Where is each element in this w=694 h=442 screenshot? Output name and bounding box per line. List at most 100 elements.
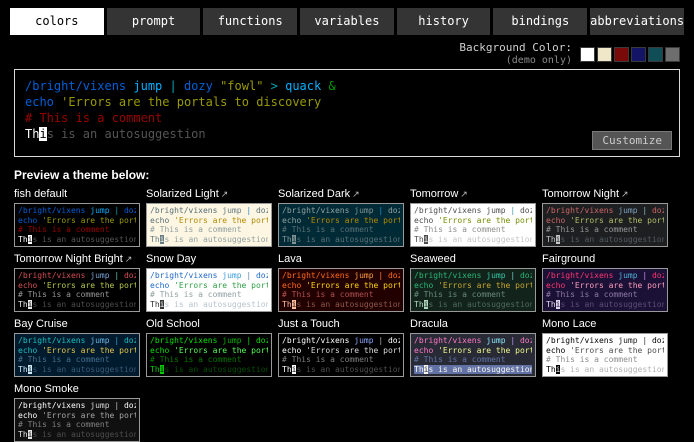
theme-card-dracula[interactable]: Dracula/bright/vixens jump | dozy "fowl"… (410, 318, 536, 377)
terminal-sample: /bright/vixens jump | dozy "fowl" > quac… (414, 336, 532, 374)
theme-preview: /bright/vixens jump | dozy "fowl" > quac… (14, 398, 140, 442)
theme-card-solarized-light[interactable]: Solarized Light↗/bright/vixens jump | do… (146, 188, 272, 247)
theme-name: Bay Cruise (14, 318, 140, 331)
sample-line: /bright/vixens jump | dozy "fowl" > quac… (25, 78, 669, 94)
theme-card-tomorrow[interactable]: Tomorrow↗/bright/vixens jump | dozy "fow… (410, 188, 536, 247)
theme-card-bay-cruise[interactable]: Bay Cruise/bright/vixens jump | dozy "fo… (14, 318, 140, 377)
theme-card-old-school[interactable]: Old School/bright/vixens jump | dozy "fo… (146, 318, 272, 377)
sample-line: echo 'Errors are the portals to discover… (18, 411, 136, 421)
background-swatch[interactable] (631, 47, 646, 62)
sample-line: /bright/vixens jump | dozy "fowl" > quac… (546, 336, 664, 346)
tab-functions[interactable]: functions (203, 8, 297, 35)
background-color-label: Background Color: (459, 42, 572, 55)
sample-line: /bright/vixens jump | dozy "fowl" > quac… (414, 206, 532, 216)
sample-line: # This is a comment (150, 225, 268, 235)
terminal-sample: /bright/vixens jump | dozy "fowl" > quac… (25, 78, 669, 142)
background-color-labels: Background Color: (demo only) (459, 42, 572, 66)
terminal-sample: /bright/vixens jump | dozy "fowl" > quac… (150, 206, 268, 244)
sample-line: # This is a comment (18, 290, 136, 300)
theme-card-fish-default[interactable]: fish default/bright/vixens jump | dozy "… (14, 188, 140, 247)
autosuggestion-line: This is an autosuggestion (150, 365, 268, 375)
tab-colors[interactable]: colors (10, 8, 104, 35)
sample-line: echo 'Errors are the portals to discover… (414, 281, 532, 291)
autosuggestion-line: This is an autosuggestion (25, 126, 669, 142)
external-link-icon[interactable]: ↗ (352, 189, 360, 199)
tab-prompt[interactable]: prompt (107, 8, 201, 35)
theme-preview: /bright/vixens jump | dozy "fowl" > quac… (146, 203, 272, 247)
theme-card-lava[interactable]: Lava/bright/vixens jump | dozy "fowl" > … (278, 253, 404, 312)
background-swatches (580, 47, 680, 62)
background-swatch[interactable] (580, 47, 595, 62)
sample-line: # This is a comment (150, 355, 268, 365)
autosuggestion-line: This is an autosuggestion (18, 235, 136, 245)
demo-only-note: (demo only) (459, 55, 572, 67)
theme-card-solarized-dark[interactable]: Solarized Dark↗/bright/vixens jump | doz… (278, 188, 404, 247)
sample-line: echo 'Errors are the portals to discover… (18, 216, 136, 226)
external-link-icon[interactable]: ↗ (221, 189, 229, 199)
theme-preview: /bright/vixens jump | dozy "fowl" > quac… (278, 333, 404, 377)
sample-line: /bright/vixens jump | dozy "fowl" > quac… (18, 271, 136, 281)
autosuggestion-line: This is an autosuggestion (546, 235, 664, 245)
tab-abbreviations[interactable]: abbreviations (590, 8, 684, 35)
autosuggestion-line: This is an autosuggestion (414, 365, 532, 375)
theme-preview: /bright/vixens jump | dozy "fowl" > quac… (410, 203, 536, 247)
sample-line: echo 'Errors are the portals to discover… (150, 346, 268, 356)
external-link-icon[interactable]: ↗ (621, 189, 629, 199)
terminal-sample: /bright/vixens jump | dozy "fowl" > quac… (150, 336, 268, 374)
autosuggestion-line: This is an autosuggestion (150, 300, 268, 310)
theme-card-fairground[interactable]: Fairground/bright/vixens jump | dozy "fo… (542, 253, 668, 312)
sample-line: # This is a comment (25, 110, 669, 126)
sample-line: echo 'Errors are the portals to discover… (150, 281, 268, 291)
theme-name: Tomorrow Night Bright↗ (14, 253, 140, 266)
autosuggestion-line: This is an autosuggestion (546, 300, 664, 310)
autosuggestion-line: This is an autosuggestion (282, 365, 400, 375)
theme-name: Seaweed (410, 253, 536, 266)
tab-bindings[interactable]: bindings (493, 8, 587, 35)
theme-card-mono-smoke[interactable]: Mono Smoke/bright/vixens jump | dozy "fo… (14, 383, 140, 442)
tab-history[interactable]: history (397, 8, 491, 35)
sample-line: /bright/vixens jump | dozy "fowl" > quac… (18, 401, 136, 411)
theme-card-seaweed[interactable]: Seaweed/bright/vixens jump | dozy "fowl"… (410, 253, 536, 312)
background-swatch[interactable] (614, 47, 629, 62)
sample-line: # This is a comment (282, 225, 400, 235)
external-link-icon[interactable]: ↗ (125, 254, 133, 264)
terminal-sample: /bright/vixens jump | dozy "fowl" > quac… (18, 401, 136, 439)
autosuggestion-line: This is an autosuggestion (282, 235, 400, 245)
theme-preview: /bright/vixens jump | dozy "fowl" > quac… (14, 268, 140, 312)
theme-name: Old School (146, 318, 272, 331)
sample-line: /bright/vixens jump | dozy "fowl" > quac… (150, 336, 268, 346)
background-swatch[interactable] (665, 47, 680, 62)
sample-line: /bright/vixens jump | dozy "fowl" > quac… (282, 206, 400, 216)
theme-name: fish default (14, 188, 140, 201)
theme-card-tomorrow-night[interactable]: Tomorrow Night↗/bright/vixens jump | doz… (542, 188, 668, 247)
sample-line: /bright/vixens jump | dozy "fowl" > quac… (282, 336, 400, 346)
cursor-block: i (39, 127, 46, 141)
theme-preview: /bright/vixens jump | dozy "fowl" > quac… (542, 333, 668, 377)
sample-line: /bright/vixens jump | dozy "fowl" > quac… (414, 271, 532, 281)
terminal-sample: /bright/vixens jump | dozy "fowl" > quac… (282, 336, 400, 374)
sample-line: /bright/vixens jump | dozy "fowl" > quac… (282, 271, 400, 281)
autosuggestion-line: This is an autosuggestion (282, 300, 400, 310)
sample-line: # This is a comment (414, 355, 532, 365)
background-swatch[interactable] (648, 47, 663, 62)
theme-card-just-a-touch[interactable]: Just a Touch/bright/vixens jump | dozy "… (278, 318, 404, 377)
theme-name: Fairground (542, 253, 668, 266)
sample-line: echo 'Errors are the portals to discover… (546, 216, 664, 226)
section-title: Preview a theme below: (0, 157, 694, 188)
theme-card-tomorrow-night-bright[interactable]: Tomorrow Night Bright↗ /bright/vixens jum… (14, 253, 140, 312)
customize-button[interactable]: Customize (592, 131, 672, 150)
tab-variables[interactable]: variables (300, 8, 394, 35)
theme-name: Just a Touch (278, 318, 404, 331)
theme-name: Mono Smoke (14, 383, 140, 396)
theme-card-snow-day[interactable]: Snow Day/bright/vixens jump | dozy "fowl… (146, 253, 272, 312)
external-link-icon[interactable]: ↗ (460, 189, 468, 199)
sample-line: echo 'Errors are the portals to discover… (25, 94, 669, 110)
sample-line: echo 'Errors are the portals to discover… (414, 216, 532, 226)
sample-line: # This is a comment (282, 355, 400, 365)
terminal-sample: /bright/vixens jump | dozy "fowl" > quac… (282, 271, 400, 309)
theme-preview: /bright/vixens jump | dozy "fowl" > quac… (278, 203, 404, 247)
background-swatch[interactable] (597, 47, 612, 62)
terminal-sample: /bright/vixens jump | dozy "fowl" > quac… (18, 271, 136, 309)
theme-card-mono-lace[interactable]: Mono Lace/bright/vixens jump | dozy "fow… (542, 318, 668, 377)
sample-line: # This is a comment (18, 420, 136, 430)
